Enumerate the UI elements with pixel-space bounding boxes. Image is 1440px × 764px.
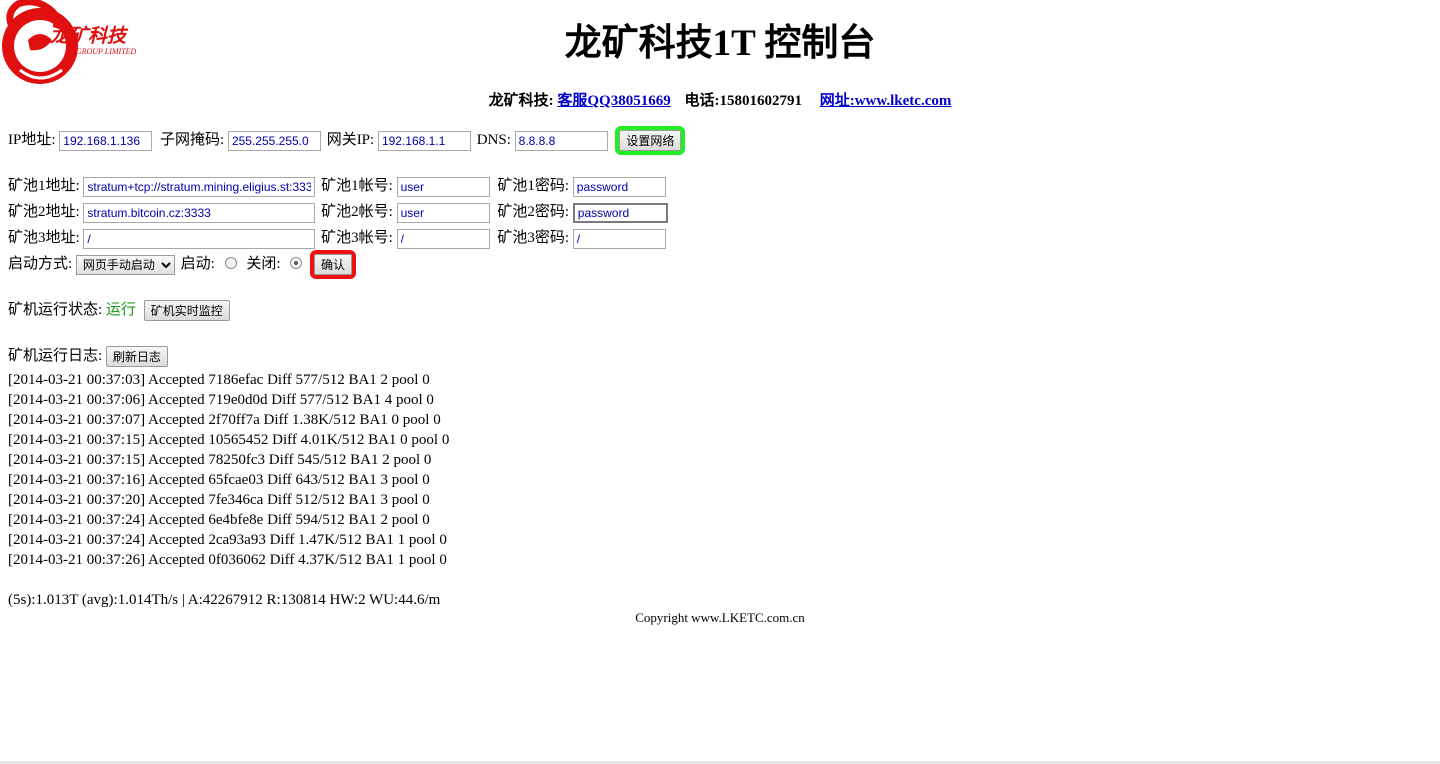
pool2-user-label: 矿池2帐号: — [321, 204, 393, 220]
dns-input[interactable] — [514, 130, 608, 151]
log-entry: [2014-03-21 00:37:16] Accepted 65fcae03 … — [8, 472, 430, 488]
pool1-url-label: 矿池1地址: — [8, 178, 80, 194]
contact-prefix: 龙矿科技: — [488, 93, 554, 109]
support-qq-link[interactable]: 客服QQ38051669 — [557, 93, 670, 109]
pool3-url-input[interactable] — [83, 228, 316, 249]
dns-label: DNS: — [476, 132, 511, 148]
subnet-mask-input[interactable] — [227, 130, 321, 151]
copyright-text: Copyright www.LKETC.com.cn — [635, 610, 805, 625]
pool3-url-label: 矿池3地址: — [8, 230, 80, 246]
log-entry: [2014-03-21 00:37:06] Accepted 719e0d0d … — [8, 392, 434, 408]
log-entry: [2014-03-21 00:37:15] Accepted 78250fc3 … — [8, 452, 432, 468]
log-entry: [2014-03-21 00:37:07] Accepted 2f70ff7a … — [8, 412, 441, 428]
page-title: 龙矿科技1T 控制台 — [564, 23, 876, 64]
log-entry: [2014-03-21 00:37:24] Accepted 6e4bfe8e … — [8, 512, 430, 528]
log-entry: [2014-03-21 00:37:24] Accepted 2ca93a93 … — [8, 532, 447, 548]
start-label: 启动: — [180, 256, 215, 272]
pool1-url-input[interactable] — [83, 176, 316, 197]
refresh-log-button[interactable]: 刷新日志 — [105, 346, 168, 368]
log-entry: [2014-03-21 00:37:20] Accepted 7fe346ca … — [8, 492, 430, 508]
miner-status-row: 矿机运行状态: 运行 矿机实时监控 — [8, 299, 230, 322]
gateway-ip-input[interactable] — [377, 130, 471, 151]
pool3-user-input[interactable] — [396, 228, 490, 249]
log-entry: [2014-03-21 00:37:15] Accepted 10565452 … — [8, 432, 450, 448]
pool-row-2: 矿池2地址: 矿池2帐号: 矿池2密码: — [8, 201, 668, 223]
pool1-password-input[interactable] — [572, 176, 666, 197]
pool-row-3: 矿池3地址: 矿池3帐号: 矿池3密码: — [8, 227, 666, 249]
hashrate-stats: (5s):1.013T (avg):1.014Th/s | A:42267912… — [8, 592, 441, 608]
pool-row-1: 矿池1地址: 矿池1帐号: 矿池1密码: — [8, 175, 666, 197]
stop-radio[interactable] — [290, 257, 303, 270]
network-settings-row: IP地址: 子网掩码: 网关IP: DNS: 设置网络 — [8, 126, 686, 156]
pool1-user-label: 矿池1帐号: — [321, 178, 393, 194]
confirm-button[interactable]: 确认 — [310, 250, 357, 280]
pool1-pass-label: 矿池1密码: — [497, 178, 570, 194]
log-header-row: 矿机运行日志: 刷新日志 — [8, 345, 168, 368]
pool3-user-label: 矿池3帐号: — [321, 230, 393, 246]
website-link[interactable]: 网址:www.lketc.com — [820, 93, 952, 109]
phone-text: 电话:15801602791 — [684, 93, 802, 109]
set-network-button[interactable]: 设置网络 — [615, 126, 686, 156]
pool2-url-label: 矿池2地址: — [8, 204, 80, 220]
pool2-password-input[interactable] — [572, 202, 668, 223]
pool2-pass-label: 矿池2密码: — [497, 204, 570, 220]
log-entry: [2014-03-21 00:37:26] Accepted 0f036062 … — [8, 552, 447, 568]
pool2-url-input[interactable] — [83, 202, 316, 223]
log-list: [2014-03-21 00:37:03] Accepted 7186efac … — [8, 370, 449, 570]
pool3-password-input[interactable] — [572, 228, 666, 249]
contact-line: 龙矿科技: 客服QQ38051669 电话:15801602791 网址:www… — [0, 91, 1440, 111]
log-entry: [2014-03-21 00:37:03] Accepted 7186efac … — [8, 372, 430, 388]
miner-status-value: 运行 — [105, 302, 136, 318]
realtime-monitor-button[interactable]: 矿机实时监控 — [143, 300, 230, 322]
ip-label: IP地址: — [8, 132, 56, 148]
stop-label: 关闭: — [246, 256, 281, 272]
startup-mode-select[interactable]: 网页手动启动 — [75, 254, 175, 275]
startup-row: 启动方式: 网页手动启动 启动: 关闭: 确认 — [8, 250, 357, 280]
pool1-user-input[interactable] — [396, 176, 490, 197]
startup-mode-label: 启动方式: — [8, 256, 73, 272]
subnet-mask-label: 子网掩码: — [160, 132, 225, 148]
miner-status-label: 矿机运行状态: — [8, 302, 103, 318]
pool3-pass-label: 矿池3密码: — [497, 230, 570, 246]
gateway-label: 网关IP: — [326, 132, 375, 148]
log-label: 矿机运行日志: — [8, 348, 103, 364]
pool2-user-input[interactable] — [396, 202, 490, 223]
start-radio[interactable] — [224, 257, 237, 270]
ip-address-input[interactable] — [59, 130, 153, 151]
